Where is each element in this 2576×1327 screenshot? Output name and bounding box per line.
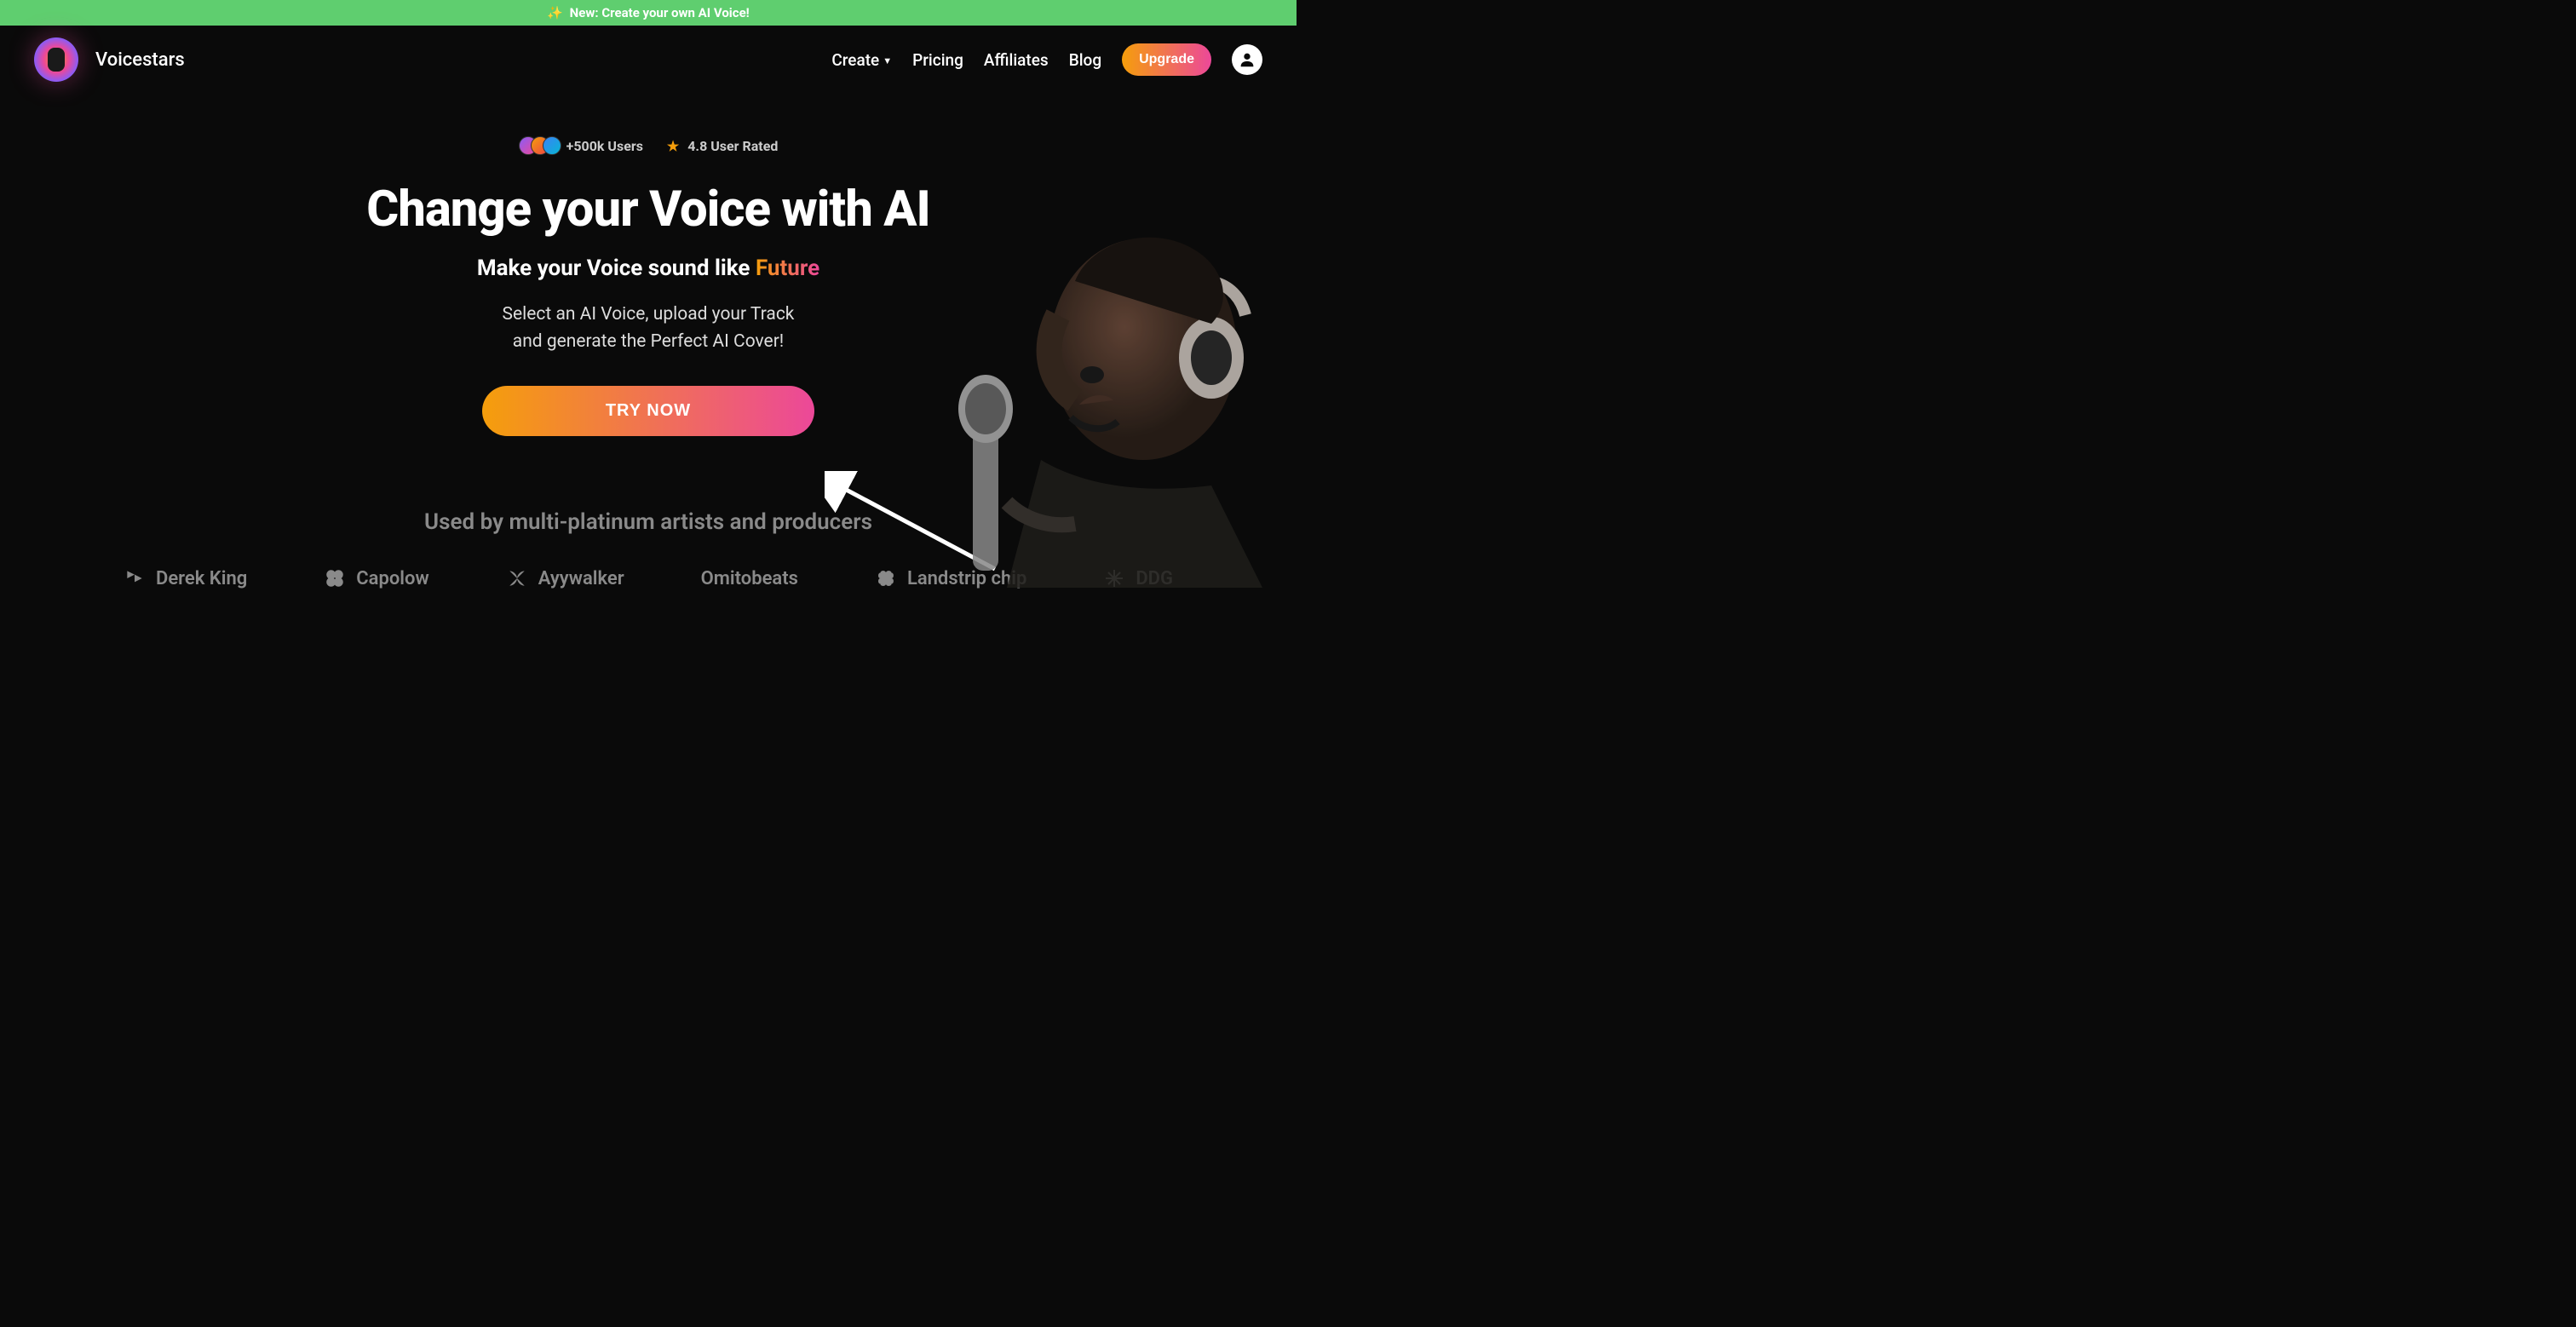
upgrade-button[interactable]: Upgrade — [1122, 43, 1211, 76]
rating-value: 4.8 User Rated — [687, 138, 778, 154]
artist-label: Ayywalker — [538, 568, 624, 589]
stat-rating: ★ 4.8 User Rated — [667, 138, 778, 154]
nav-affiliates[interactable]: Affiliates — [984, 50, 1049, 70]
star-icon: ★ — [667, 138, 679, 154]
artist-item: Landstrip chip — [875, 567, 1026, 589]
nav-blog[interactable]: Blog — [1069, 50, 1101, 70]
avatar-icon — [543, 136, 561, 155]
stat-users: +500k Users — [519, 136, 643, 155]
logo-icon — [34, 37, 78, 82]
social-proof: Used by multi-platinum artists and produ… — [0, 509, 1297, 589]
artist-item: DDG — [1103, 567, 1173, 589]
site-header: Voicestars Create ▼ Pricing Affiliates B… — [0, 26, 1297, 94]
artist-label: DDG — [1136, 568, 1173, 589]
hero-description: Select an AI Voice, upload your Track an… — [0, 302, 1297, 355]
user-avatars — [519, 136, 561, 155]
hero-section: +500k Users ★ 4.8 User Rated Change your… — [0, 94, 1297, 589]
artist-item: Omitobeats — [701, 568, 798, 589]
artist-label: Landstrip chip — [907, 568, 1026, 589]
hero-title: Change your Voice with AI — [0, 181, 1297, 238]
user-icon — [1238, 50, 1256, 69]
logo-group[interactable]: Voicestars — [34, 37, 185, 82]
sparkle-icon: ✨ — [547, 5, 563, 20]
asterisk-icon — [1103, 567, 1125, 589]
announcement-bar[interactable]: ✨ New: Create your own AI Voice! — [0, 0, 1297, 26]
artist-item: Derek King — [124, 567, 247, 589]
puzzle-icon — [875, 567, 897, 589]
nav-create[interactable]: Create ▼ — [831, 50, 892, 70]
artist-label: Derek King — [156, 568, 247, 589]
clover-icon — [324, 567, 346, 589]
stats-row: +500k Users ★ 4.8 User Rated — [0, 136, 1297, 155]
nav-pricing[interactable]: Pricing — [912, 50, 963, 70]
try-now-button[interactable]: TRY NOW — [482, 386, 814, 436]
chevron-down-icon: ▼ — [883, 55, 892, 66]
artists-row: Derek King Capolow Ayywalker Omitobeats — [0, 567, 1297, 589]
artist-item: Ayywalker — [506, 567, 624, 589]
butterfly-icon — [506, 567, 528, 589]
nav-create-label: Create — [831, 50, 879, 70]
social-proof-title: Used by multi-platinum artists and produ… — [0, 509, 1297, 535]
hero-subtitle: Make your Voice sound like Future — [0, 256, 1297, 281]
artist-label: Omitobeats — [701, 568, 798, 589]
play-icon — [124, 567, 146, 589]
microphone-icon — [48, 48, 65, 72]
description-line2: and generate the Perfect AI Cover! — [513, 331, 784, 352]
main-nav: Create ▼ Pricing Affiliates Blog Upgrade — [831, 43, 1262, 76]
artist-item: Capolow — [324, 567, 428, 589]
subtitle-highlight: Future — [756, 256, 819, 281]
announcement-text: New: Create your own AI Voice! — [570, 5, 750, 20]
brand-name: Voicestars — [95, 49, 185, 71]
description-line1: Select an AI Voice, upload your Track — [503, 304, 795, 325]
subtitle-prefix: Make your Voice sound like — [477, 256, 756, 281]
artist-label: Capolow — [356, 568, 428, 589]
users-count: +500k Users — [566, 138, 643, 154]
user-account-button[interactable] — [1232, 44, 1262, 75]
